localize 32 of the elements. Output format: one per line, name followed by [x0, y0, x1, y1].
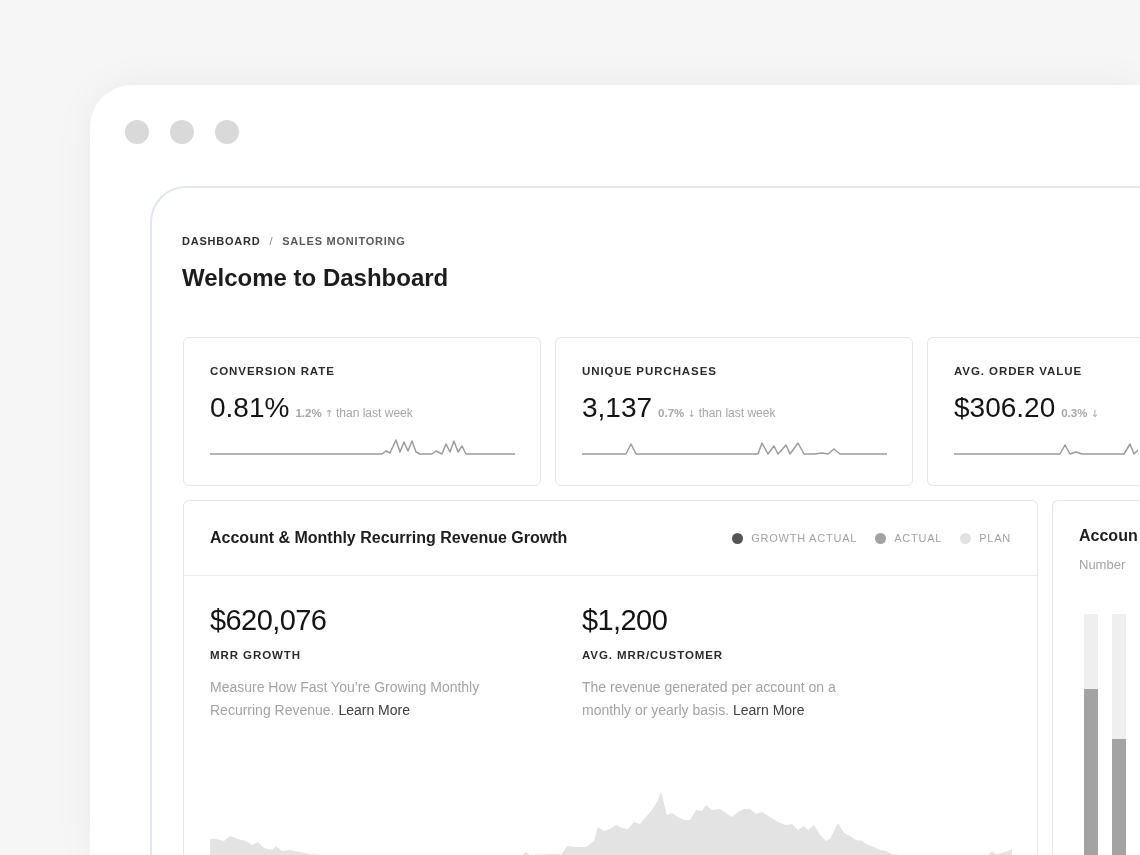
breadcrumb-separator: / [269, 234, 274, 248]
kpi-value: 0.81% [210, 391, 290, 425]
kpi-value: $306.20 [954, 391, 1056, 425]
legend-label: ACTUAL [894, 530, 943, 546]
page-title: Welcome to Dashboard [182, 263, 449, 293]
learn-more-link[interactable]: Learn More [732, 702, 805, 718]
change-percent: 0.3% [1061, 406, 1088, 421]
kpi-label: CONVERSION RATE [210, 364, 335, 378]
change-arrow: ↓ [1090, 407, 1099, 421]
change-note: than last week [698, 405, 776, 422]
kpi-label: AVG. ORDER VALUE [954, 364, 1083, 378]
panel-title: Account & Monthly Recurring Revenue Growth [210, 528, 568, 548]
change-note: than last week [336, 405, 413, 422]
metric-label: MRR GROWTH [210, 648, 301, 662]
change-percent: 1.2% [295, 406, 322, 421]
metric-label: AVG. MRR/CUSTOMER [582, 648, 724, 662]
panel-subtitle: Number [1079, 556, 1126, 574]
panel-title: Accoun [1079, 526, 1138, 546]
metric-value: $1,200 [582, 603, 668, 637]
breadcrumb-link[interactable]: DASHBOARD [182, 234, 261, 248]
legend-label: GROWTH ACTUAL [751, 530, 858, 546]
legend-label: PLAN [979, 530, 1011, 546]
metric-description: Measure How Fast You’re Growing Monthly Recurring Revenue. Learn More [210, 678, 481, 720]
metric-value: $620,076 [210, 603, 327, 637]
change-arrow: ↑ [324, 407, 333, 421]
learn-more-link[interactable]: Learn More [338, 702, 410, 718]
change-arrow: ↓ [687, 407, 696, 421]
change-percent: 0.7% [658, 406, 685, 421]
metric-description: The revenue generated per account on a monthly or yearly basis. Learn More [582, 678, 837, 720]
kpi-label: UNIQUE PURCHASES [582, 364, 717, 378]
kpi-value: 3,137 [582, 391, 653, 425]
breadcrumb-current: SALES MONITORING [282, 234, 406, 248]
